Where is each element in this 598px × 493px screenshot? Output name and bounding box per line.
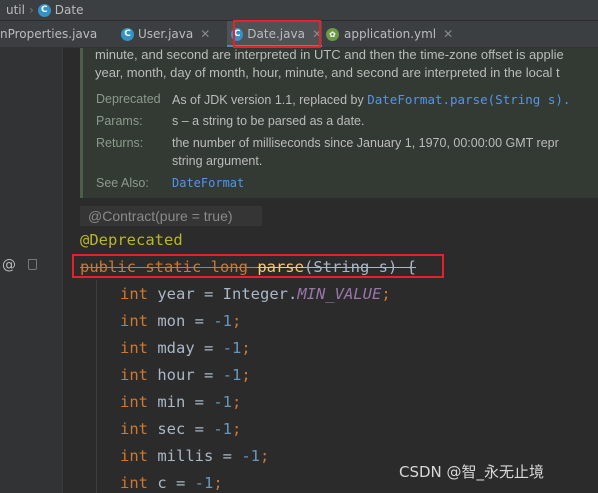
javadoc-border: [80, 48, 83, 198]
number-literal: -1: [241, 447, 260, 465]
semicolon: ;: [232, 393, 242, 411]
javadoc-seealso-link[interactable]: DateFormat: [172, 176, 244, 190]
annotation-deprecated: @Deprecated: [80, 231, 183, 249]
number-literal: -1: [222, 366, 242, 384]
number-literal: -1: [213, 393, 232, 411]
breadcrumb-item-date[interactable]: C Date: [37, 3, 84, 17]
code-line: int c = -1;: [120, 473, 223, 493]
tab-label: nProperties.java: [0, 27, 98, 41]
indent-guide: [96, 280, 97, 493]
type-keyword: int: [120, 366, 148, 384]
javadoc-params-text: s – a string to be parsed as a date.: [172, 114, 365, 128]
number-literal: -1: [213, 312, 232, 330]
type-keyword: int: [120, 474, 148, 492]
semicolon: ;: [232, 312, 242, 330]
code-line: int millis = -1;: [120, 446, 269, 466]
type-keyword: int: [120, 447, 148, 465]
constant: MIN_VALUE: [297, 285, 382, 303]
class-icon: C: [121, 27, 134, 41]
breadcrumb-label: util: [6, 3, 25, 17]
signature-highlight-box: [72, 254, 444, 278]
javadoc-returns-text-2: string argument.: [172, 154, 263, 168]
bookmark-icon[interactable]: [28, 259, 37, 270]
close-icon[interactable]: ✕: [443, 27, 453, 41]
close-icon[interactable]: ✕: [200, 27, 210, 41]
semicolon: ;: [381, 285, 391, 303]
code-line: int mon = -1;: [120, 311, 241, 331]
code-line: int min = -1;: [120, 392, 241, 412]
var-decl: sec =: [148, 420, 214, 438]
semicolon: ;: [260, 447, 270, 465]
class-icon: C: [37, 3, 51, 17]
breadcrumb: util › C Date: [0, 0, 598, 20]
number-literal: -1: [213, 420, 232, 438]
value-class: Integer.: [222, 285, 298, 303]
type-keyword: int: [120, 339, 148, 357]
tab-properties[interactable]: nProperties.java: [0, 21, 110, 47]
var-decl: min =: [148, 393, 214, 411]
breadcrumb-label: Date: [54, 3, 84, 17]
var-decl: mday =: [148, 339, 223, 357]
tab-label: application.yml: [344, 27, 437, 41]
tab-user-java[interactable]: C User.java ✕: [121, 21, 226, 47]
javadoc-deprecated-text: As of JDK version 1.1, replaced by DateF…: [172, 92, 570, 107]
tab-application-yml[interactable]: ✿ application.yml ✕: [326, 21, 466, 47]
javadoc-deprecated-label: Deprecated: [96, 92, 161, 106]
javadoc-line: year, month, day of month, hour, minute,…: [95, 65, 560, 80]
override-marker[interactable]: @: [2, 257, 16, 273]
breadcrumb-item-util[interactable]: util: [6, 3, 25, 17]
javadoc-params-label: Params:: [96, 114, 143, 128]
javadoc-returns-text: the number of milliseconds since January…: [172, 136, 559, 150]
code-line: int sec = -1;: [120, 419, 241, 439]
type-keyword: int: [120, 312, 148, 330]
watermark: CSDN @智_永无止境: [399, 463, 545, 481]
var-decl: millis =: [148, 447, 242, 465]
spring-leaf-icon: ✿: [326, 27, 339, 41]
javadoc-line: minute, and second are interpreted in UT…: [95, 47, 564, 62]
code-line: int mday = -1;: [120, 338, 251, 358]
type-keyword: int: [120, 393, 148, 411]
semicolon: ;: [241, 339, 251, 357]
inferred-contract-annotation[interactable]: @Contract(pure = true): [80, 206, 262, 226]
var-decl: mon =: [148, 312, 214, 330]
deprecated-text: As of JDK version 1.1, replaced by: [172, 93, 368, 107]
number-literal: -1: [194, 474, 214, 492]
javadoc-seealso-label: See Also:: [96, 176, 149, 190]
javadoc-returns-label: Returns:: [96, 136, 144, 150]
semicolon: ;: [241, 366, 251, 384]
breadcrumb-separator-icon: ›: [28, 3, 34, 17]
var-decl: hour =: [148, 366, 223, 384]
gutter-divider: [62, 48, 63, 493]
tab-label: User.java: [138, 27, 194, 41]
var-decl: year =: [148, 285, 223, 303]
var-decl: c =: [148, 474, 195, 492]
tab-highlight-box: [233, 20, 321, 48]
type-keyword: int: [120, 285, 148, 303]
semicolon: ;: [213, 474, 223, 492]
number-literal: -1: [222, 339, 242, 357]
semicolon: ;: [232, 420, 242, 438]
deprecated-code[interactable]: DateFormat.parse(String s).: [367, 92, 570, 107]
code-line: int year = Integer.MIN_VALUE;: [120, 284, 391, 304]
type-keyword: int: [120, 420, 148, 438]
code-line: int hour = -1;: [120, 365, 251, 385]
